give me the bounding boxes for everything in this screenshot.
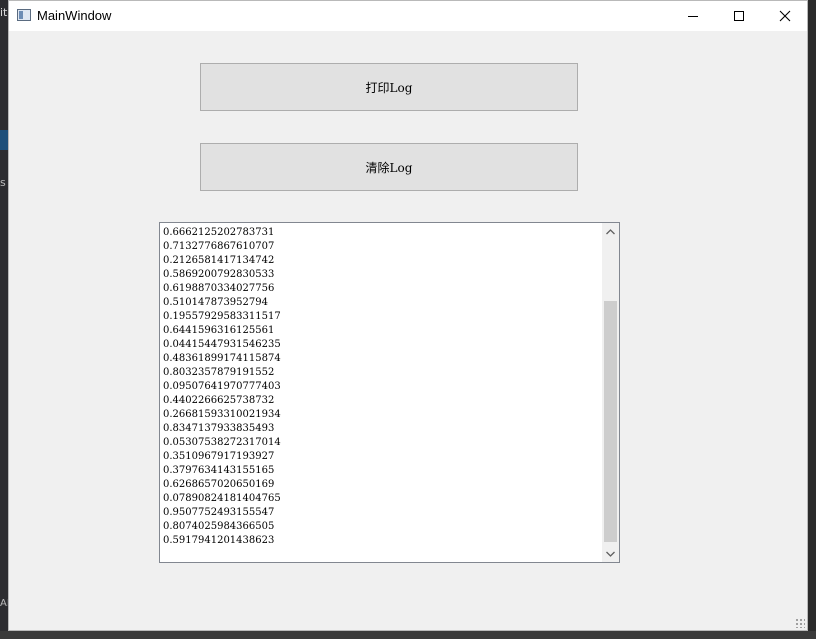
maximize-icon: [734, 11, 744, 21]
minimize-button[interactable]: [670, 1, 716, 31]
log-line: 0.5869200792830533: [163, 269, 275, 280]
log-line: 0.09507641970777403: [163, 381, 281, 392]
log-text-area[interactable]: 0.6662125202783731 0.7132776867610707 0.21…: [159, 222, 620, 563]
maximize-button[interactable]: [716, 1, 762, 31]
window-app-icon: [17, 9, 31, 21]
close-icon: [779, 10, 791, 22]
log-line: 0.510147873952794: [163, 297, 268, 308]
log-line: 0.9507752493155547: [163, 507, 275, 518]
background-text-mid: s: [0, 176, 6, 189]
log-line: 0.8032357879191552: [163, 367, 275, 378]
log-line: 0.8347137933835493: [163, 423, 275, 434]
log-line: 0.07890824181404765: [163, 493, 281, 504]
log-line: 0.8074025984366505: [163, 521, 275, 532]
log-line: 0.26681593310021934: [163, 409, 281, 420]
clear-log-button[interactable]: 清除Log: [200, 143, 578, 191]
log-line: 0.3510967917193927: [163, 451, 275, 462]
log-line: 0.04415447931546235: [163, 339, 281, 350]
minimize-icon: [688, 15, 698, 17]
log-line: 0.7132776867610707: [163, 241, 275, 252]
title-bar[interactable]: MainWindow: [9, 1, 807, 31]
close-button[interactable]: [762, 1, 808, 31]
log-line: 0.48361899174115874: [163, 353, 281, 364]
log-line: 0.2126581417134742: [163, 255, 275, 266]
background-taskbar-strip: [0, 631, 816, 639]
log-line: 0.5917941201438623: [163, 535, 275, 546]
window-title: MainWindow: [37, 8, 112, 23]
print-log-button[interactable]: 打印Log: [200, 63, 578, 111]
scrollbar-thumb[interactable]: [604, 301, 617, 542]
log-line: 0.19557929583311517: [163, 311, 281, 322]
resize-grip-icon[interactable]: [795, 618, 805, 628]
chevron-down-icon: [606, 551, 615, 557]
log-line: 0.6198870334027756: [163, 283, 275, 294]
log-line: 0.05307538272317014: [163, 437, 281, 448]
log-line: 0.6662125202783731: [163, 227, 275, 238]
log-line: 0.6268657020650169: [163, 479, 275, 490]
main-window: MainWindow 打印Log 清除Log 0.666212520278373…: [8, 0, 808, 631]
log-line: 0.3797634143155165: [163, 465, 275, 476]
scroll-up-button[interactable]: [602, 223, 619, 240]
chevron-up-icon: [606, 228, 615, 234]
vertical-scrollbar[interactable]: [602, 223, 619, 562]
log-lines: 0.6662125202783731 0.7132776867610707 0.21…: [163, 226, 281, 548]
background-text-top: it: [0, 6, 8, 19]
scroll-down-button[interactable]: [602, 545, 619, 562]
log-line: 0.6441596316125561: [163, 325, 275, 336]
log-line: 0.4402266625738732: [163, 395, 275, 406]
